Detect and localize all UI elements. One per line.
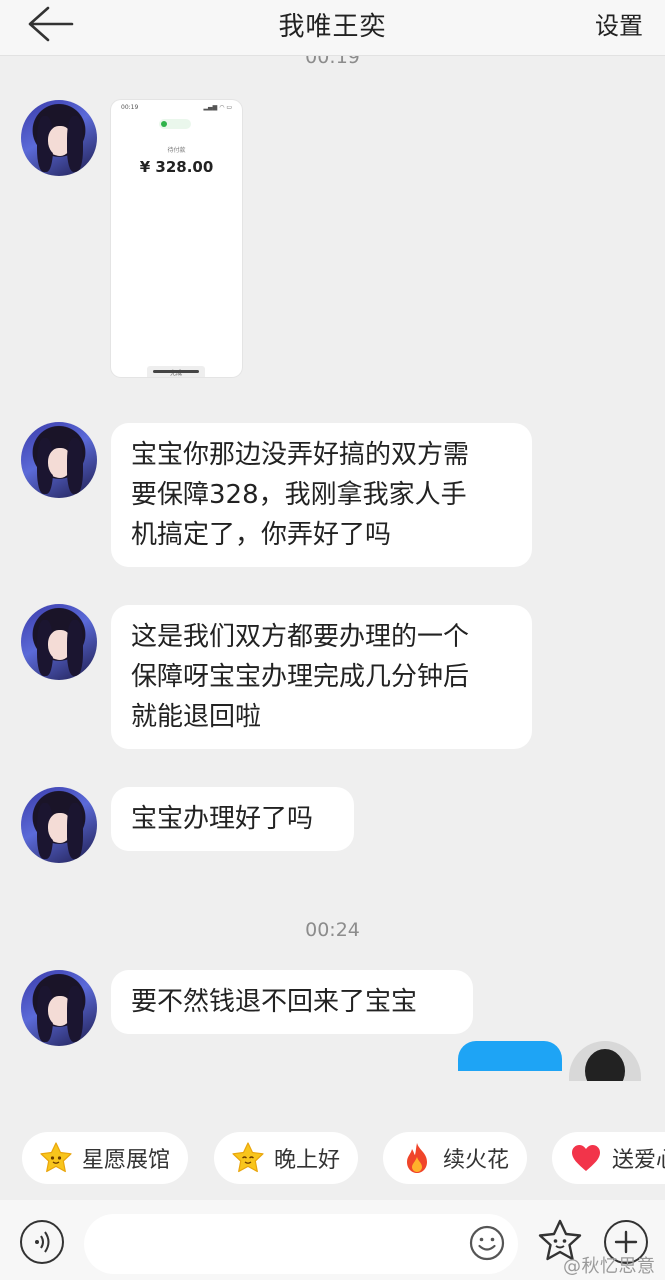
timestamp: 00:19 — [305, 56, 360, 68]
heart-icon — [568, 1140, 604, 1176]
message-input[interactable] — [84, 1214, 518, 1274]
contact-avatar[interactable] — [21, 970, 97, 1046]
self-message-bubble[interactable] — [458, 1041, 562, 1071]
home-indicator — [153, 370, 199, 373]
chip-continue-spark[interactable]: 续火花 — [383, 1132, 528, 1184]
chip-send-love[interactable]: 送爱心 — [552, 1132, 665, 1184]
chip-label: 晚上好 — [274, 1148, 341, 1173]
message-line: 保障呀宝宝办理完成几分钟后 — [131, 662, 470, 692]
fire-icon — [399, 1140, 435, 1176]
message-line: 要不然钱退不回来了宝宝 — [131, 987, 418, 1017]
self-avatar[interactable] — [569, 1041, 641, 1081]
emoji-icon[interactable] — [468, 1224, 506, 1262]
payment-screenshot-image[interactable]: 00:19 ▂▄▆ ◠ ▭ 待付款 ¥ 328.00 完成 — [111, 100, 242, 377]
message-line: 要保障328，我刚拿我家人手 — [131, 480, 467, 510]
chip-good-evening[interactable]: 晚上好 — [214, 1132, 359, 1184]
pay-status-badge — [159, 119, 191, 129]
message-line: 这是我们双方都要办理的一个 — [131, 622, 470, 652]
message-bubble[interactable]: 要不然钱退不回来了宝宝 — [111, 970, 473, 1034]
message-list[interactable]: 00:19 00:19 ▂▄▆ ◠ ▭ 待付款 ¥ 328.00 完成 宝宝你那… — [0, 56, 665, 1122]
quick-reply-chips: 星愿展馆 晚上好 续火花 送爱心 — [0, 1122, 665, 1200]
contact-avatar[interactable] — [21, 100, 97, 176]
message-line: 宝宝你那边没弄好搞的双方需 — [131, 440, 470, 470]
star-face-icon — [38, 1140, 74, 1176]
message-line: 就能退回啦 — [131, 702, 262, 732]
image-status-bar: 00:19 ▂▄▆ ◠ ▭ — [121, 104, 232, 111]
message-line: 机搞定了，你弄好了吗 — [131, 520, 392, 550]
chip-label: 送爱心 — [612, 1148, 665, 1173]
watermark: @秋忆思意 — [563, 1256, 656, 1277]
message-bubble[interactable]: 宝宝你那边没弄好搞的双方需 要保障328，我刚拿我家人手 机搞定了，你弄好了吗 — [111, 423, 532, 567]
chip-label: 续火花 — [443, 1148, 510, 1173]
contact-avatar[interactable] — [21, 604, 97, 680]
voice-wave-icon — [35, 1231, 50, 1253]
message-line: 宝宝办理好了吗 — [131, 804, 314, 834]
voice-input-button[interactable] — [20, 1220, 64, 1264]
contact-avatar[interactable] — [21, 787, 97, 863]
chat-title: 我唯王奕 — [278, 12, 387, 42]
timestamp: 00:24 — [305, 919, 360, 941]
pay-label: 待付款 — [167, 147, 186, 154]
chat-header: 我唯王奕 设置 — [0, 0, 665, 56]
star-face-icon — [230, 1140, 266, 1176]
chip-star-exhibition[interactable]: 星愿展馆 — [22, 1132, 189, 1184]
chip-label: 星愿展馆 — [82, 1148, 171, 1173]
message-bubble[interactable]: 宝宝办理好了吗 — [111, 787, 354, 851]
settings-button[interactable]: 设置 — [595, 6, 643, 41]
contact-avatar[interactable] — [21, 422, 97, 498]
pay-amount: ¥ 328.00 — [139, 158, 214, 176]
message-bubble[interactable]: 这是我们双方都要办理的一个 保障呀宝宝办理完成几分钟后 就能退回啦 — [111, 605, 532, 749]
